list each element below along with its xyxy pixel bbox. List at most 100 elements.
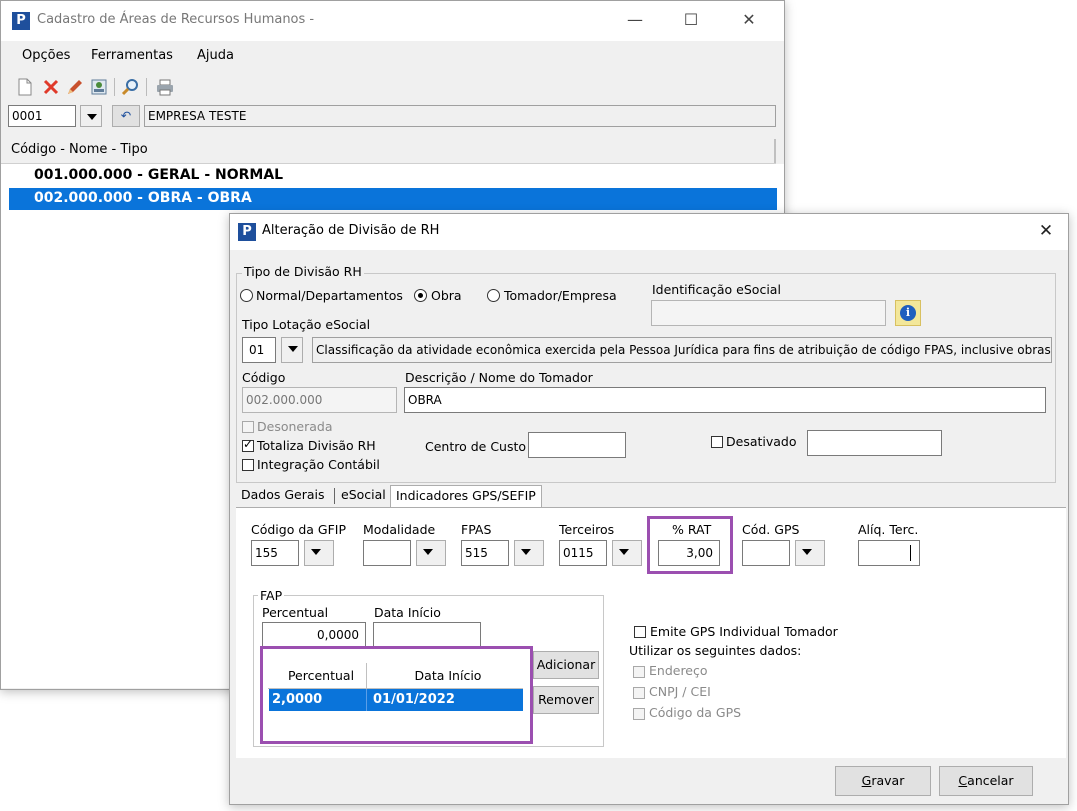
tipo-lotacao-description: Classificação da atividade econômica exe…	[312, 337, 1052, 363]
totaliza-checkbox[interactable]	[242, 437, 254, 452]
radio-normal[interactable]	[240, 289, 253, 302]
aliq-terc-label: Alíq. Terc.	[858, 522, 919, 537]
gfip-dropdown[interactable]	[304, 540, 334, 566]
adicionar-button[interactable]: Adicionar	[533, 651, 599, 679]
close-icon[interactable]: ✕	[729, 7, 769, 33]
tipo-lotacao-code-field[interactable]: 01	[242, 337, 276, 363]
modalidade-label: Modalidade	[363, 522, 436, 537]
radio-obra-label[interactable]: Obra	[431, 288, 462, 303]
cancelar-button[interactable]: Cancelar	[939, 766, 1033, 796]
edit-pencil-icon[interactable]	[65, 77, 85, 97]
fap-table-highlight	[260, 646, 533, 744]
centro-custo-field[interactable]	[528, 432, 626, 458]
search-icon[interactable]	[121, 77, 141, 97]
minimize-icon[interactable]: —	[615, 7, 655, 33]
desonerada-checkbox	[242, 421, 254, 433]
print-icon[interactable]	[155, 77, 175, 97]
fap-percentual-field[interactable]: 0,0000	[262, 622, 366, 648]
app-logo-icon: P	[238, 223, 256, 241]
codigo-label: Código	[242, 370, 286, 385]
integracao-label[interactable]: Integração Contábil	[257, 457, 380, 472]
menu-ajuda[interactable]: Ajuda	[197, 48, 234, 63]
list-header-divider	[774, 139, 776, 163]
company-code-field[interactable]: 0001	[8, 105, 76, 127]
tab-divider	[334, 488, 335, 504]
dialog-title: Alteração de Divisão de RH	[262, 223, 440, 238]
list-item-selected[interactable]: 002.000.000 - OBRA - OBRA	[9, 188, 777, 210]
menu-bar: Opções Ferramentas Ajuda	[1, 45, 784, 69]
list-header[interactable]: Código - Nome - Tipo	[1, 139, 776, 164]
cnpj-checkbox	[633, 687, 645, 699]
undo-button[interactable]: ↶	[112, 105, 140, 127]
new-document-icon[interactable]	[15, 77, 35, 97]
tab-dados-gerais[interactable]: Dados Gerais	[236, 485, 330, 507]
cod-gps-field[interactable]	[742, 540, 790, 566]
desativado-label[interactable]: Desativado	[726, 434, 797, 449]
list-item-label: 002.000.000 - OBRA - OBRA	[34, 190, 252, 206]
tab-esocial[interactable]: eSocial	[336, 485, 391, 507]
modalidade-dropdown[interactable]	[416, 540, 446, 566]
emite-gps-checkbox[interactable]	[634, 626, 646, 638]
toolbar-separator	[114, 78, 115, 96]
fpas-label: FPAS	[461, 522, 492, 537]
list-header-label: Código - Nome - Tipo	[11, 142, 148, 157]
gfip-label: Código da GFIP	[251, 522, 347, 537]
list-item[interactable]: 001.000.000 - GERAL - NORMAL	[34, 167, 283, 183]
cancelar-mnemonic: C	[958, 773, 968, 788]
maximize-icon[interactable]: ☐	[671, 7, 711, 33]
fap-data-field[interactable]	[373, 622, 481, 648]
modalidade-field[interactable]	[363, 540, 411, 566]
menu-ferramentas[interactable]: Ferramentas	[91, 48, 173, 63]
descricao-label: Descrição / Nome do Tomador	[405, 370, 593, 385]
cod-gps-label: Cód. GPS	[742, 522, 800, 537]
fap-percentual-label: Percentual	[262, 605, 329, 620]
desonerada-label: Desonerada	[257, 419, 333, 434]
company-dropdown-button[interactable]	[80, 105, 102, 127]
aliq-terc-field[interactable]	[858, 540, 920, 566]
tab-indicadores-gps-sefip[interactable]: Indicadores GPS/SEFIP	[390, 485, 542, 507]
company-name-field: EMPRESA TESTE	[144, 105, 776, 127]
codigo-gps-label: Código da GPS	[649, 705, 742, 720]
report-icon[interactable]	[89, 77, 109, 97]
delete-x-icon[interactable]	[41, 77, 61, 97]
identificacao-field	[651, 300, 886, 326]
radio-tomador[interactable]	[487, 289, 500, 302]
info-icon: i	[900, 305, 916, 321]
desativado-field[interactable]	[807, 430, 942, 456]
toolbar-separator	[146, 78, 147, 96]
terceiros-dropdown[interactable]	[612, 540, 642, 566]
descricao-field[interactable]: OBRA	[404, 387, 1046, 413]
info-button[interactable]: i	[895, 300, 921, 326]
emite-gps-label[interactable]: Emite GPS Individual Tomador	[650, 624, 838, 639]
utilizar-label: Utilizar os seguintes dados:	[629, 643, 802, 658]
gravar-mnemonic: G	[861, 773, 872, 788]
dialog-close-icon[interactable]: ✕	[1026, 218, 1066, 244]
codigo-gps-checkbox	[633, 708, 645, 720]
gravar-button[interactable]: Gravar	[835, 766, 931, 796]
text-cursor	[910, 545, 911, 561]
desativado-checkbox[interactable]	[711, 436, 723, 448]
terceiros-label: Terceiros	[559, 522, 615, 537]
menu-opcoes[interactable]: Opções	[22, 48, 70, 63]
tab-strip: Dados Gerais eSocial Indicadores GPS/SEF…	[236, 485, 1056, 507]
tipo-lotacao-label: Tipo Lotação eSocial	[242, 317, 371, 332]
cnpj-label: CNPJ / CEI	[649, 684, 711, 699]
cod-gps-dropdown[interactable]	[795, 540, 825, 566]
dialog-titlebar: P Alteração de Divisão de RH ✕	[230, 214, 1068, 250]
integracao-checkbox[interactable]	[242, 459, 254, 471]
tipo-lotacao-dropdown[interactable]	[281, 337, 303, 363]
radio-normal-label[interactable]: Normal/Departamentos	[256, 288, 403, 303]
tab-panel-indicadores: Código da GFIP 155 Modalidade FPAS 515 T…	[236, 507, 1066, 758]
app-logo-icon: P	[12, 12, 30, 30]
remover-button[interactable]: Remover	[533, 686, 599, 714]
radio-obra[interactable]	[414, 289, 427, 302]
totaliza-label[interactable]: Totaliza Divisão RH	[257, 438, 376, 453]
fpas-dropdown[interactable]	[514, 540, 544, 566]
fap-group-title: FAP	[258, 588, 285, 603]
terceiros-field[interactable]: 0115	[559, 540, 607, 566]
cancelar-label: ancelar	[967, 773, 1014, 788]
division-dialog: P Alteração de Divisão de RH ✕ Tipo de D…	[229, 213, 1069, 805]
gfip-field[interactable]: 155	[251, 540, 299, 566]
radio-tomador-label[interactable]: Tomador/Empresa	[504, 288, 617, 303]
fpas-field[interactable]: 515	[461, 540, 509, 566]
